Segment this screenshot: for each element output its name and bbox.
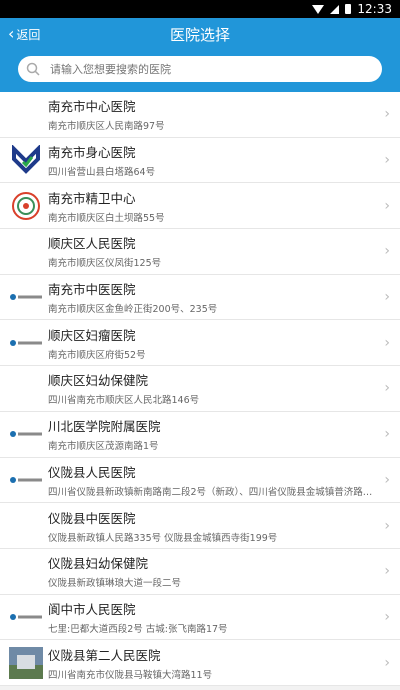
hospital-address: 四川省仪陇县新政镇新南路南二段2号（新政）、四川省仪陇县金城镇普济路13... [48,486,384,498]
chevron-left-icon: ‹ [8,24,15,43]
hospital-name: 仪陇县人民医院 [48,464,136,480]
battery-icon [345,4,352,14]
chevron-right-icon: › [384,380,390,397]
hospital-list-item[interactable]: 南充市身心医院 四川省营山县白塔路64号 › [0,137,400,184]
hospital-address: 南充市顺庆区府街52号 [48,349,146,361]
photo-logo-icon [8,645,44,681]
hospital-address: 四川省南充市顺庆区人民北路146号 [48,395,200,407]
back-label: 返回 [16,27,41,42]
hospital-info: 南充市精卫中心南充市顺庆区白土坝路55号 [48,188,400,224]
status-time: 12:33 [357,2,392,16]
header-bar: ‹ 返回 医院选择 [0,18,400,50]
page-title: 医院选择 [169,25,230,44]
text-logo-icon [8,599,44,635]
hospital-address: 南充市顺庆区人民南路97号 [48,121,165,133]
chevron-right-icon: › [384,334,390,351]
text-logo-icon [8,325,44,361]
hospital-info: 阆中市人民医院七里:巴都大道西段2号 古城:张飞南路17号 [48,599,400,635]
hospital-address: 四川省南充市仪陇县马鞍镇大湾路11号 [48,669,213,681]
hospital-name: 仪陇县妇幼保健院 [48,556,149,572]
hospital-info: 仪陇县中医医院仪陇县新政镇人民路335号 仪陇县金城镇西寺街199号 [48,508,400,544]
hospital-info: 仪陇县第二人民医院四川省南充市仪陇县马鞍镇大湾路11号 [48,645,400,681]
search-input[interactable] [50,62,350,76]
hospital-name: 南充市身心医院 [48,145,136,161]
hospital-address: 仪陇县新政镇琳琅大道一段二号 [48,578,182,590]
hospital-address: 南充市顺庆区白土坝路55号 [48,212,165,224]
logo-placeholder [8,508,44,544]
hospital-info: 仪陇县人民医院四川省仪陇县新政镇新南路南二段2号（新政）、四川省仪陇县金城镇普济… [48,462,400,498]
back-button[interactable]: ‹ 返回 [0,26,40,43]
hospital-name: 南充市中心医院 [48,99,136,115]
hospital-list-item[interactable]: 顺庆区妇瘤医院 南充市顺庆区府街52号 › [0,320,400,367]
chevron-right-icon: › [384,471,390,488]
hospital-name: 南充市精卫中心 [48,190,136,206]
hospital-address: 南充市顺庆区金鱼岭正街200号、235号 [48,304,218,316]
hospital-name: 仪陇县第二人民医院 [48,647,161,663]
hospital-address: 南充市顺庆区茂源南路1号 [48,441,159,453]
chevron-right-icon: › [384,517,390,534]
hospital-list-item[interactable]: 阆中市人民医院 七里:巴都大道西段2号 古城:张飞南路17号 › [0,594,400,641]
chevron-right-icon: › [384,654,390,671]
chevron-right-icon: › [384,608,390,625]
hospital-name: 仪陇县中医医院 [48,510,136,526]
hospital-name: 南充市中医医院 [48,282,136,298]
chevron-right-icon: › [384,289,390,306]
hospital-list: 南充市中心医院 南充市顺庆区人民南路97号 › 南充市身心医院 四川省营山县白塔路64号… [0,92,400,686]
hospital-list-item[interactable]: 南充市精卫中心 南充市顺庆区白土坝路55号 › [0,183,400,230]
hospital-info: 川北医学院附属医院南充市顺庆区茂源南路1号 [48,416,400,452]
wifi-icon [312,4,325,14]
hospital-list-item[interactable]: 川北医学院附属医院 南充市顺庆区茂源南路1号 › [0,411,400,458]
chevron-right-icon: › [384,243,390,260]
logo-placeholder [8,370,44,406]
chevron-right-icon: › [384,152,390,169]
text-logo-icon [8,462,44,498]
chevron-right-icon: › [384,426,390,443]
hospital-name: 顺庆区妇幼保健院 [48,373,149,389]
hospital-list-item[interactable]: 仪陇县中医医院 仪陇县新政镇人民路335号 仪陇县金城镇西寺街199号 › [0,503,400,549]
hospital-name: 顺庆区人民医院 [48,236,136,252]
hospital-list-item[interactable]: 南充市中心医院 南充市顺庆区人民南路97号 › [0,92,400,138]
hospital-info: 顺庆区人民医院南充市顺庆区仪凤街125号 [48,233,400,269]
signal-icon [330,4,340,14]
text-logo-icon [8,416,44,452]
hospital-list-item[interactable]: 仪陇县第二人民医院 四川省南充市仪陇县马鞍镇大湾路11号 › [0,640,400,686]
hospital-name: 顺庆区妇瘤医院 [48,327,136,343]
hospital-list-item[interactable]: 顺庆区妇幼保健院 四川省南充市顺庆区人民北路146号 › [0,366,400,412]
hospital-address: 七里:巴都大道西段2号 古城:张飞南路17号 [48,623,228,635]
logo-placeholder [8,96,44,132]
hospital-name: 阆中市人民医院 [48,601,136,617]
text-logo-icon [8,279,44,315]
logo-placeholder [8,553,44,589]
hospital-info: 南充市中心医院南充市顺庆区人民南路97号 [48,96,400,132]
hospital-address: 南充市顺庆区仪凤街125号 [48,258,162,270]
hospital-list-item[interactable]: 顺庆区人民医院 南充市顺庆区仪凤街125号 › [0,229,400,275]
hospital-info: 仪陇县妇幼保健院仪陇县新政镇琳琅大道一段二号 [48,553,400,589]
chevron-right-icon: › [384,563,390,580]
hospital-address: 仪陇县新政镇人民路335号 仪陇县金城镇西寺街199号 [48,532,278,544]
hospital-info: 顺庆区妇幼保健院四川省南充市顺庆区人民北路146号 [48,370,400,406]
search-icon [26,62,40,76]
hospital-address: 四川省营山县白塔路64号 [48,167,156,179]
chevron-right-icon: › [384,197,390,214]
logo-placeholder [8,233,44,269]
chevron-right-icon: › [384,106,390,123]
hospital-list-item[interactable]: 仪陇县人民医院四川省仪陇县新政镇新南路南二段2号（新政）、四川省仪陇县金城镇普济… [0,457,400,504]
search-box[interactable] [18,56,382,82]
status-bar: 12:33 [0,0,400,18]
emblem-logo-icon [8,188,44,224]
hospital-info: 南充市身心医院四川省营山县白塔路64号 [48,142,400,178]
search-bar [0,50,400,92]
hospital-name: 川北医学院附属医院 [48,419,161,435]
heart-logo-icon [8,142,44,178]
hospital-info: 南充市中医医院南充市顺庆区金鱼岭正街200号、235号 [48,279,400,315]
hospital-list-item[interactable]: 仪陇县妇幼保健院 仪陇县新政镇琳琅大道一段二号 › [0,548,400,595]
hospital-list-item[interactable]: 南充市中医医院 南充市顺庆区金鱼岭正街200号、235号 › [0,274,400,321]
hospital-info: 顺庆区妇瘤医院南充市顺庆区府街52号 [48,325,400,361]
